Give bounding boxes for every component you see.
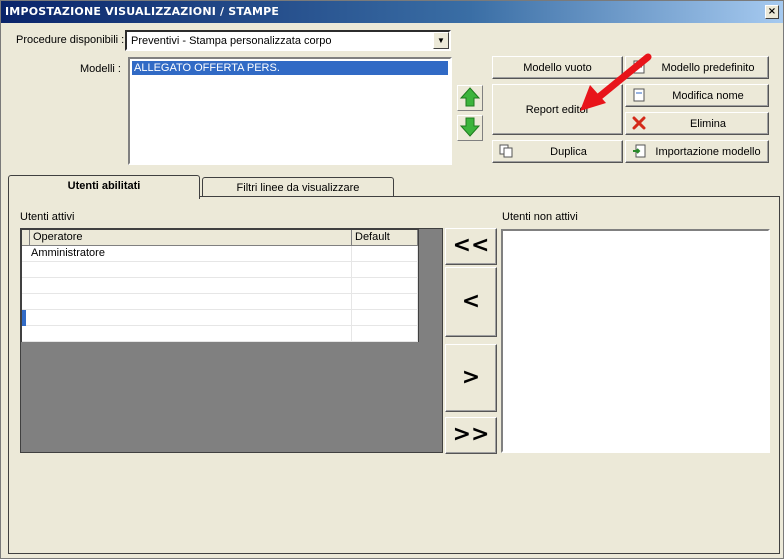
importazione-modello-button[interactable]: Importazione modello <box>625 140 769 163</box>
cell-operatore <box>22 278 352 294</box>
chevron-down-icon[interactable]: ▼ <box>433 32 449 49</box>
arrow-down-icon <box>459 117 481 137</box>
title-bar: IMPOSTAZIONE VISUALIZZAZIONI / STAMPE × <box>1 1 783 23</box>
tab-utenti-abilitati[interactable]: Utenti abilitati <box>8 175 200 199</box>
cell-operatore <box>22 294 352 310</box>
move-all-right-button[interactable]: >> <box>445 417 497 454</box>
grid-corner <box>22 230 30 246</box>
users-grid-area: Operatore Default Amministratore <box>20 228 443 453</box>
duplica-button[interactable]: Duplica <box>492 140 623 163</box>
window-title: IMPOSTAZIONE VISUALIZZAZIONI / STAMPE <box>5 5 280 18</box>
table-row[interactable] <box>22 278 418 294</box>
column-header-operatore[interactable]: Operatore <box>30 230 352 246</box>
list-item[interactable]: ALLEGATO OFFERTA PERS. <box>132 61 448 75</box>
close-button[interactable]: × <box>765 5 779 19</box>
delete-icon <box>632 116 646 130</box>
procedure-label: Procedure disponibili : <box>16 34 125 46</box>
cell-operatore <box>22 262 352 278</box>
move-up-button[interactable] <box>457 85 483 111</box>
importazione-modello-label: Importazione modello <box>655 145 761 158</box>
modelli-list[interactable]: ALLEGATO OFFERTA PERS. <box>128 57 452 165</box>
move-all-left-button[interactable]: << <box>445 228 497 265</box>
column-header-default[interactable]: Default <box>352 230 418 246</box>
dialog-window: IMPOSTAZIONE VISUALIZZAZIONI / STAMPE × … <box>0 0 784 559</box>
move-right-button[interactable]: > <box>445 344 497 412</box>
table-row[interactable] <box>22 310 418 326</box>
cell-default <box>352 326 418 342</box>
cell-operatore <box>22 310 352 326</box>
table-row[interactable]: Amministratore <box>22 246 418 262</box>
move-down-button[interactable] <box>457 115 483 141</box>
inactive-users-list[interactable] <box>501 229 770 453</box>
cell-default <box>352 294 418 310</box>
procedure-select[interactable]: Preventivi - Stampa personalizzata corpo… <box>125 30 451 51</box>
import-icon <box>632 144 646 158</box>
users-grid[interactable]: Operatore Default Amministratore <box>21 229 419 342</box>
modello-predefinito-label: Modello predefinito <box>661 61 755 74</box>
cell-default <box>352 246 418 262</box>
annotation-arrow-icon <box>580 53 652 111</box>
cell-operatore <box>22 326 352 342</box>
modelli-label: Modelli : <box>80 63 121 75</box>
table-row[interactable] <box>22 294 418 310</box>
cell-default <box>352 278 418 294</box>
duplica-label: Duplica <box>550 145 587 158</box>
arrow-up-icon <box>459 87 481 107</box>
procedure-value: Preventivi - Stampa personalizzata corpo <box>131 35 332 47</box>
utenti-attivi-label: Utenti attivi <box>20 211 75 223</box>
copy-icon <box>499 144 513 158</box>
elimina-label: Elimina <box>689 117 727 130</box>
table-row[interactable] <box>22 262 418 278</box>
table-row[interactable] <box>22 326 418 342</box>
cell-default <box>352 310 418 326</box>
cell-default <box>352 262 418 278</box>
modifica-nome-label: Modifica nome <box>672 89 744 102</box>
cell-operatore: Amministratore <box>22 246 352 262</box>
utenti-non-attivi-label: Utenti non attivi <box>502 211 578 223</box>
move-left-button[interactable]: < <box>445 267 497 337</box>
